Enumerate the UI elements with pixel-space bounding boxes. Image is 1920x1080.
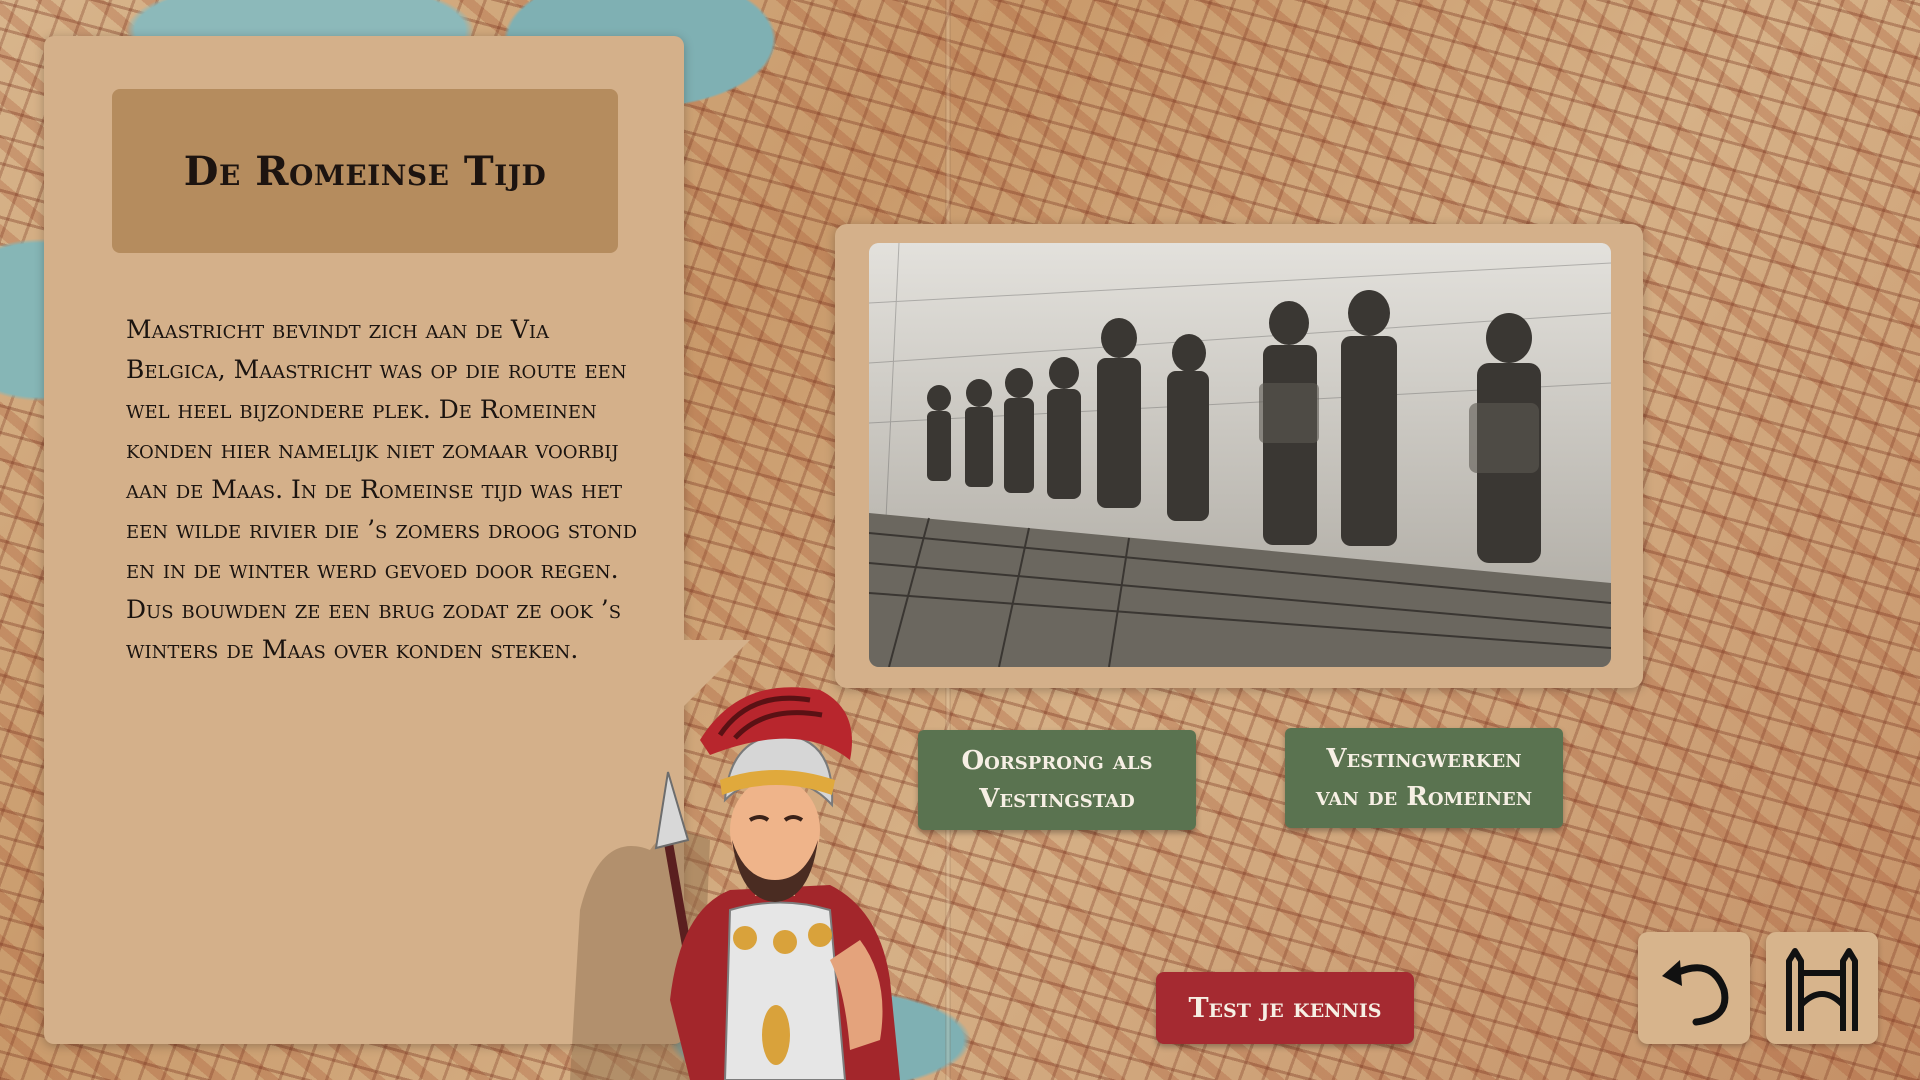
image-frame	[835, 224, 1643, 688]
origin-fortress-button[interactable]: Oorsprong als Vestingstad	[918, 730, 1196, 830]
page-title: De Romeinse Tijd	[183, 147, 547, 195]
roman-soldiers-illustration	[869, 243, 1611, 667]
roman-soldier-character	[570, 687, 900, 1080]
roman-fortifications-label: Vestingwerken van de Romeinen	[1315, 744, 1533, 812]
roman-fortifications-button[interactable]: Vestingwerken van de Romeinen	[1285, 728, 1563, 828]
origin-fortress-label: Oorsprong als Vestingstad	[961, 746, 1153, 814]
back-button[interactable]	[1638, 932, 1750, 1044]
home-button[interactable]	[1766, 932, 1878, 1044]
city-gate-icon	[1786, 948, 1858, 1031]
info-text: Maastricht bevindt zich aan de Via Belgi…	[126, 315, 638, 664]
undo-arrow-icon	[1662, 960, 1729, 1026]
title-box: De Romeinse Tijd	[112, 89, 618, 253]
test-knowledge-button[interactable]: Test je kennis	[1156, 972, 1414, 1044]
